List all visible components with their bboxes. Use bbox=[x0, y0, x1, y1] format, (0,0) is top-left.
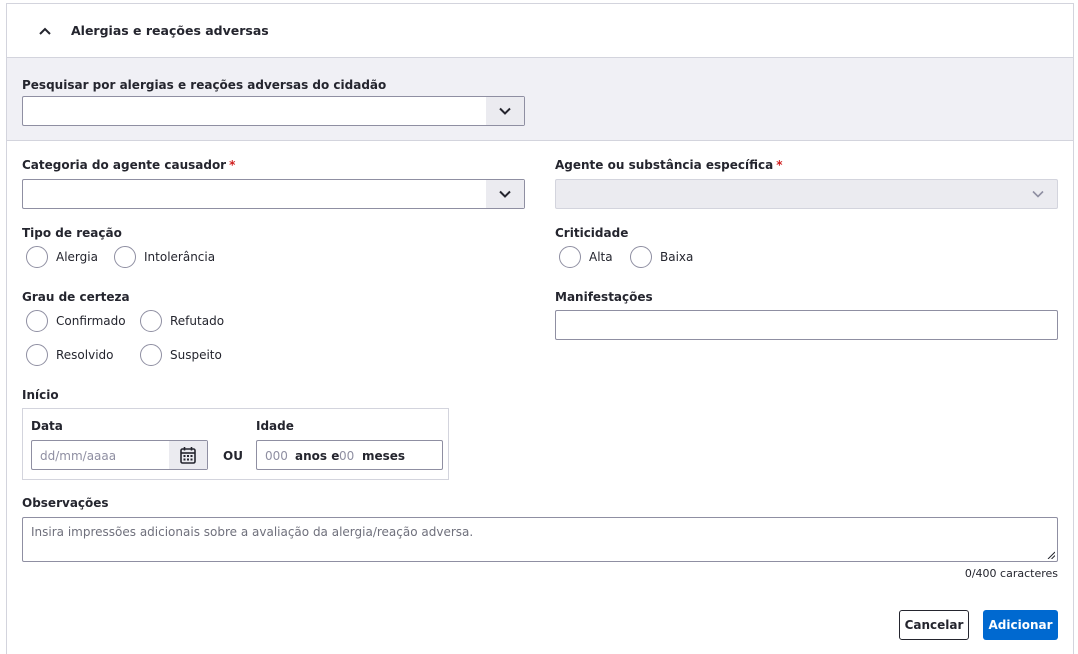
cancel-button[interactable]: Cancelar bbox=[899, 610, 969, 640]
chevron-down-icon bbox=[1032, 190, 1044, 198]
tipo-reacao-label: Tipo de reação bbox=[22, 226, 122, 240]
agente-select[interactable] bbox=[555, 179, 1058, 209]
date-input[interactable]: dd/mm/aaaa bbox=[31, 440, 208, 470]
categoria-dropdown-button[interactable] bbox=[486, 180, 524, 208]
data-label: Data bbox=[31, 419, 63, 433]
chevron-down-icon bbox=[499, 107, 511, 115]
agente-dropdown-button[interactable] bbox=[1019, 180, 1057, 208]
radio-label: Refutado bbox=[170, 314, 225, 328]
radio-refutado[interactable]: Refutado bbox=[140, 310, 224, 332]
add-button[interactable]: Adicionar bbox=[983, 610, 1058, 640]
calendar-icon bbox=[180, 447, 196, 464]
radio-suspeito[interactable]: Suspeito bbox=[140, 344, 222, 366]
section-header[interactable]: Alergias e reações adversas bbox=[7, 4, 1073, 58]
radio-label: Alta bbox=[589, 250, 613, 264]
radio-intolerancia[interactable]: Intolerância bbox=[114, 246, 215, 268]
radio-circle[interactable] bbox=[114, 246, 136, 268]
search-dropdown-button[interactable] bbox=[486, 97, 524, 125]
radio-baixa[interactable]: Baixa bbox=[630, 246, 693, 268]
criticidade-label: Criticidade bbox=[555, 226, 629, 240]
radio-circle[interactable] bbox=[559, 246, 581, 268]
meses-placeholder[interactable]: 00 bbox=[339, 449, 354, 463]
radio-label: Resolvido bbox=[56, 348, 114, 362]
observacoes-placeholder: Insira impressões adicionais sobre a ava… bbox=[31, 525, 474, 539]
radio-confirmado[interactable]: Confirmado bbox=[26, 310, 126, 332]
manifestacoes-input[interactable] bbox=[555, 310, 1058, 340]
categoria-label: Categoria do agente causador * bbox=[22, 158, 236, 172]
meses-unit: meses bbox=[362, 449, 406, 463]
radio-circle[interactable] bbox=[140, 344, 162, 366]
calendar-button[interactable] bbox=[169, 441, 207, 469]
categoria-select[interactable] bbox=[22, 179, 525, 209]
radio-circle[interactable] bbox=[26, 246, 48, 268]
search-label: Pesquisar por alergias e reações adversa… bbox=[22, 78, 387, 92]
date-placeholder: dd/mm/aaaa bbox=[40, 449, 117, 463]
inicio-group: Data dd/mm/aaaa OU Idade 000 anos e 00 m… bbox=[22, 408, 449, 480]
anos-unit: anos e bbox=[295, 449, 340, 463]
observacoes-textarea[interactable]: Insira impressões adicionais sobre a ava… bbox=[22, 517, 1058, 562]
search-select[interactable] bbox=[22, 96, 525, 126]
radio-label: Suspeito bbox=[170, 348, 222, 362]
agente-label: Agente ou substância específica * bbox=[555, 158, 783, 172]
idade-label: Idade bbox=[256, 419, 294, 433]
search-area: Pesquisar por alergias e reações adversa… bbox=[7, 58, 1073, 141]
radio-circle[interactable] bbox=[630, 246, 652, 268]
resize-handle-icon[interactable] bbox=[1047, 551, 1055, 559]
radio-circle[interactable] bbox=[26, 344, 48, 366]
radio-resolvido[interactable]: Resolvido bbox=[26, 344, 114, 366]
section-title: Alergias e reações adversas bbox=[71, 23, 269, 38]
radio-alergia[interactable]: Alergia bbox=[26, 246, 98, 268]
chevron-down-icon bbox=[499, 190, 511, 198]
radio-label: Confirmado bbox=[56, 314, 126, 328]
anos-placeholder[interactable]: 000 bbox=[265, 449, 288, 463]
required-mark: * bbox=[776, 158, 783, 172]
or-separator: OU bbox=[223, 449, 243, 463]
radio-alta[interactable]: Alta bbox=[559, 246, 613, 268]
radio-label: Intolerância bbox=[144, 250, 216, 264]
radio-label: Baixa bbox=[660, 250, 694, 264]
radio-circle[interactable] bbox=[140, 310, 162, 332]
allergies-panel: Alergias e reações adversas Pesquisar po… bbox=[6, 3, 1074, 654]
observacoes-label: Observações bbox=[22, 496, 109, 510]
manifestacoes-label: Manifestações bbox=[555, 290, 653, 304]
radio-circle[interactable] bbox=[26, 310, 48, 332]
age-input[interactable]: 000 anos e 00 meses bbox=[256, 440, 443, 470]
required-mark: * bbox=[229, 158, 236, 172]
grau-certeza-label: Grau de certeza bbox=[22, 290, 130, 304]
chevron-up-icon[interactable] bbox=[37, 23, 53, 39]
radio-label: Alergia bbox=[56, 250, 98, 264]
character-counter: 0/400 caracteres bbox=[964, 567, 1058, 580]
inicio-label: Início bbox=[22, 388, 59, 402]
